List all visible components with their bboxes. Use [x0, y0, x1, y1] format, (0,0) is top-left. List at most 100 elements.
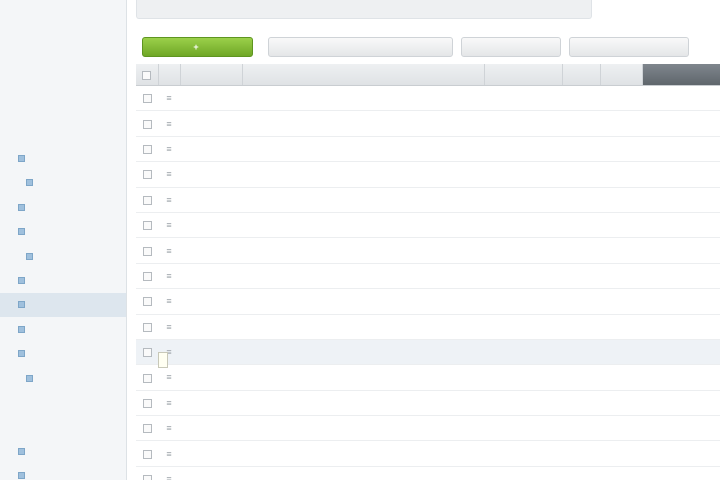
- row-menu-cell[interactable]: ≡: [158, 440, 180, 467]
- sidebar-item[interactable]: [0, 268, 126, 292]
- sidebar-item[interactable]: [0, 122, 126, 146]
- row-menu-icon[interactable]: ≡: [166, 271, 171, 281]
- item-name-link[interactable]: [242, 415, 484, 442]
- sidebar-item[interactable]: [0, 49, 126, 73]
- item-name-link[interactable]: [242, 110, 484, 137]
- row-checkbox-cell[interactable]: [136, 85, 158, 112]
- row-menu-cell[interactable]: ≡: [158, 161, 180, 188]
- row-checkbox[interactable]: [142, 297, 152, 307]
- table-row[interactable]: ≡: [136, 263, 720, 290]
- toolbar-button[interactable]: [569, 37, 689, 57]
- row-menu-icon[interactable]: ≡: [166, 93, 171, 103]
- row-checkbox[interactable]: [142, 348, 152, 358]
- row-menu-cell[interactable]: ≡: [158, 263, 180, 290]
- row-checkbox-cell[interactable]: [136, 339, 158, 366]
- sidebar-item[interactable]: [0, 98, 126, 122]
- select-all-checkbox[interactable]: [142, 70, 152, 80]
- item-name-link[interactable]: [242, 263, 484, 290]
- row-menu-cell[interactable]: ≡: [158, 136, 180, 163]
- sidebar-item[interactable]: [0, 439, 126, 463]
- sidebar-item[interactable]: [0, 24, 126, 48]
- column-header[interactable]: [242, 64, 485, 86]
- row-checkbox-cell[interactable]: [136, 110, 158, 137]
- sidebar-item[interactable]: [0, 244, 126, 268]
- row-checkbox-cell[interactable]: [136, 263, 158, 290]
- sidebar-item[interactable]: [0, 73, 126, 97]
- row-checkbox[interactable]: [142, 322, 152, 332]
- row-menu-icon[interactable]: ≡: [166, 220, 171, 230]
- row-menu-cell[interactable]: ≡: [158, 237, 180, 264]
- row-checkbox-cell[interactable]: [136, 440, 158, 467]
- item-name-link[interactable]: [242, 85, 484, 112]
- table-row[interactable]: ≡: [136, 339, 720, 366]
- row-menu-icon[interactable]: ≡: [166, 449, 171, 459]
- row-menu-icon[interactable]: ≡: [166, 322, 171, 332]
- item-name-link[interactable]: [242, 161, 484, 188]
- row-menu-icon[interactable]: ≡: [166, 195, 171, 205]
- row-checkbox-cell[interactable]: [136, 364, 158, 391]
- row-menu-cell[interactable]: ≡: [158, 314, 180, 340]
- row-checkbox[interactable]: [142, 94, 152, 104]
- add-item-button[interactable]: +: [142, 37, 253, 57]
- row-menu-icon[interactable]: ≡: [166, 119, 171, 129]
- row-menu-cell[interactable]: ≡: [158, 364, 180, 391]
- row-menu-cell[interactable]: ≡: [158, 187, 180, 213]
- toolbar-button[interactable]: [461, 37, 561, 57]
- sidebar-item[interactable]: [0, 390, 126, 414]
- row-menu-cell[interactable]: ≡: [158, 288, 180, 315]
- item-name-link[interactable]: [242, 187, 484, 213]
- row-menu-cell[interactable]: ≡: [158, 110, 180, 137]
- toolbar-button[interactable]: [268, 37, 453, 57]
- row-menu-icon[interactable]: ≡: [166, 144, 171, 154]
- row-menu-icon[interactable]: ≡: [166, 296, 171, 306]
- table-row[interactable]: ≡: [136, 161, 720, 188]
- item-name-link[interactable]: [242, 339, 484, 366]
- row-checkbox-cell[interactable]: [136, 314, 158, 340]
- row-checkbox[interactable]: [142, 221, 152, 231]
- sidebar-item[interactable]: [0, 317, 126, 341]
- table-row[interactable]: ≡: [136, 187, 720, 213]
- item-name-link[interactable]: [242, 314, 484, 340]
- table-row[interactable]: ≡: [136, 440, 720, 467]
- row-checkbox[interactable]: [142, 271, 152, 281]
- row-checkbox-cell[interactable]: [136, 187, 158, 213]
- row-menu-cell[interactable]: ≡: [158, 390, 180, 417]
- row-menu-cell[interactable]: ≡: [158, 212, 180, 239]
- item-name-link[interactable]: [242, 364, 484, 391]
- column-header[interactable]: [484, 64, 563, 86]
- sidebar-item[interactable]: [0, 220, 126, 244]
- item-name-link[interactable]: [242, 466, 484, 480]
- row-menu-icon[interactable]: ≡: [166, 423, 171, 433]
- row-menu-icon[interactable]: ≡: [166, 246, 171, 256]
- row-menu-cell[interactable]: ≡: [158, 85, 180, 112]
- column-header[interactable]: [562, 64, 601, 86]
- row-checkbox-cell[interactable]: [136, 136, 158, 163]
- item-name-link[interactable]: [242, 440, 484, 467]
- row-checkbox[interactable]: [142, 119, 152, 129]
- row-checkbox-cell[interactable]: [136, 415, 158, 442]
- column-header[interactable]: [180, 64, 243, 86]
- sidebar-item[interactable]: [0, 171, 126, 195]
- table-row[interactable]: ≡: [136, 390, 720, 417]
- row-checkbox-cell[interactable]: [136, 237, 158, 264]
- item-name-link[interactable]: [242, 288, 484, 315]
- table-row[interactable]: ≡: [136, 466, 720, 480]
- row-checkbox-cell[interactable]: [136, 288, 158, 315]
- column-header[interactable]: [642, 64, 720, 86]
- row-checkbox[interactable]: [142, 170, 152, 180]
- row-menu-icon[interactable]: ≡: [166, 169, 171, 179]
- sidebar-item[interactable]: [0, 0, 126, 24]
- row-checkbox-cell[interactable]: [136, 161, 158, 188]
- table-row[interactable]: ≡: [136, 136, 720, 163]
- row-checkbox-cell[interactable]: [136, 466, 158, 480]
- table-row[interactable]: ≡: [136, 415, 720, 442]
- item-name-link[interactable]: [242, 212, 484, 239]
- sidebar-item[interactable]: [0, 341, 126, 365]
- column-header[interactable]: [136, 64, 159, 86]
- sidebar-item[interactable]: [0, 463, 126, 480]
- row-checkbox-cell[interactable]: [136, 390, 158, 417]
- row-menu-icon[interactable]: ≡: [166, 474, 171, 480]
- table-row[interactable]: ≡: [136, 212, 720, 239]
- row-checkbox-cell[interactable]: [136, 212, 158, 239]
- row-checkbox[interactable]: [142, 195, 152, 205]
